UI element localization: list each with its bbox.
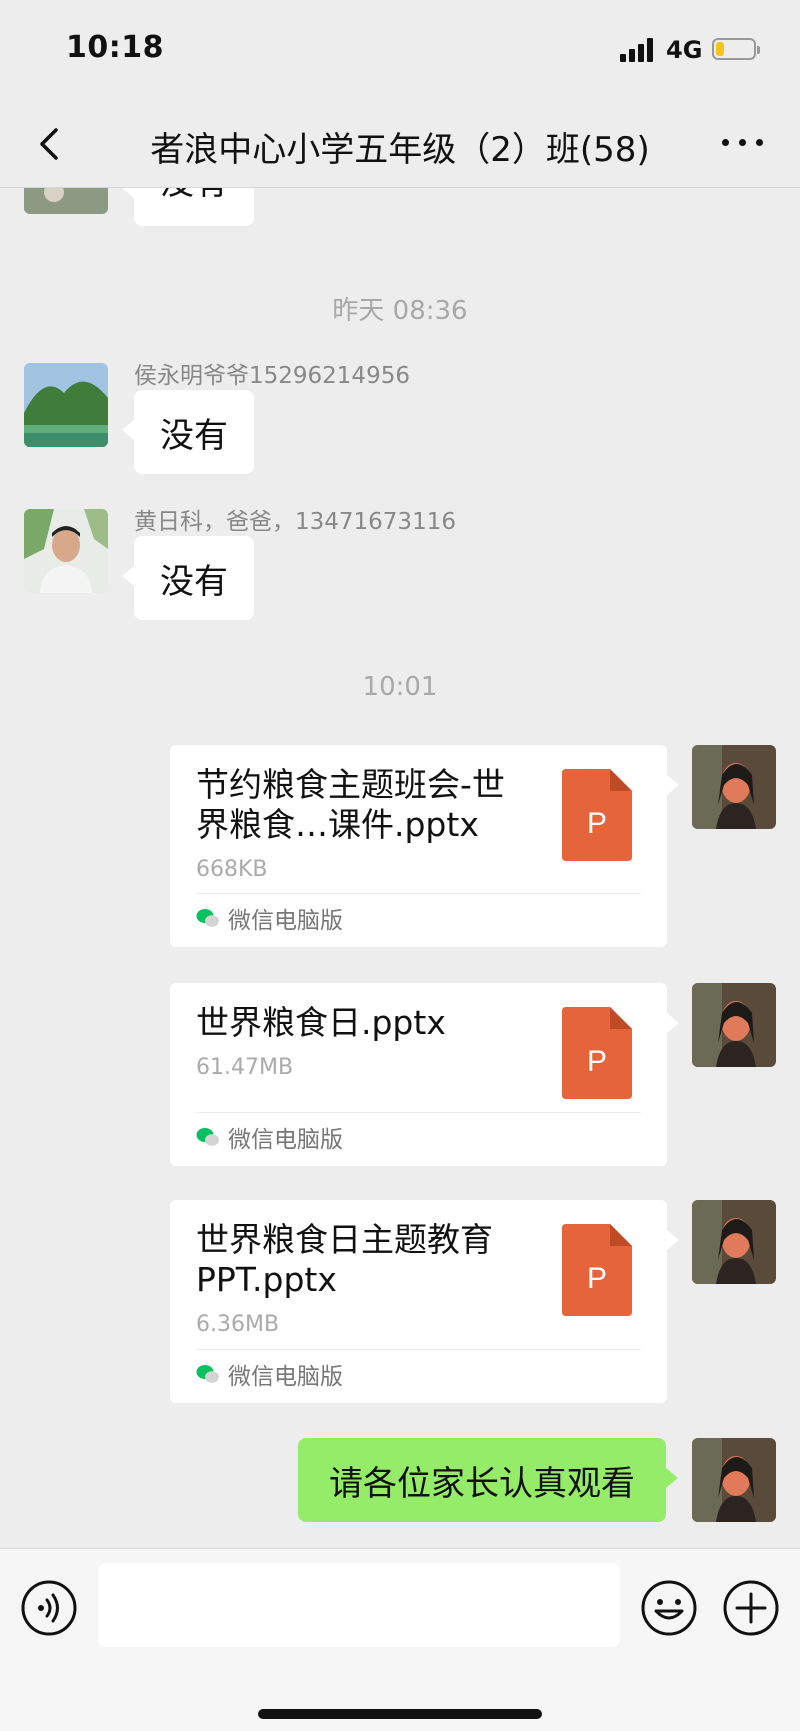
file-message[interactable]: 世界粮食日.pptx 61.47MB P 微信电脑版 <box>170 983 679 1166</box>
timestamp: 10:01 <box>362 672 438 702</box>
ppt-file-icon: P <box>562 1224 632 1316</box>
avatar[interactable] <box>692 1200 776 1284</box>
ppt-icon-letter: P <box>587 1045 607 1078</box>
chat-title: 者浪中心小学五年级（2）班(58) <box>150 130 650 170</box>
message-list[interactable]: 没有 昨天 08:36 侯永明爷爷15296214956 没有 黄日科，爸爸，1… <box>0 188 800 1548</box>
message-text: 请各位家长认真观看 <box>329 1463 635 1504</box>
chat-header: 者浪中心小学五年级（2）班(58) <box>0 100 800 188</box>
input-bar <box>0 1548 800 1731</box>
file-source-label: 微信电脑版 <box>228 1127 343 1153</box>
voice-icon[interactable] <box>20 1579 78 1637</box>
network-type: 4G <box>666 36 703 64</box>
avatar[interactable] <box>692 983 776 1067</box>
sender-name: 黄日科，爸爸，13471673116 <box>134 509 456 535</box>
wechat-icon <box>196 1365 219 1383</box>
file-size: 61.47MB <box>196 1055 294 1080</box>
battery-icon <box>712 38 760 60</box>
more-icon[interactable] <box>720 130 766 154</box>
message-text: 没有 <box>160 415 228 456</box>
file-message[interactable]: 节约粮食主题班会-世界粮食…课件.pptx 668KB P 微信电脑版 <box>170 745 679 947</box>
file-size: 668KB <box>196 857 268 882</box>
message-bubble[interactable]: 没有 <box>122 536 254 620</box>
ppt-icon-letter: P <box>587 1262 607 1295</box>
sender-name: 侯永明爷爷15296214956 <box>134 363 410 389</box>
file-source-label: 微信电脑版 <box>228 1364 343 1390</box>
avatar[interactable] <box>24 363 108 447</box>
ppt-file-icon: P <box>562 769 632 861</box>
file-source: 微信电脑版 <box>196 1357 343 1391</box>
file-name: 世界粮食日主题教育PPT.pptx <box>196 1220 493 1299</box>
divider <box>196 1112 641 1113</box>
avatar[interactable] <box>24 509 108 593</box>
emoji-icon[interactable] <box>640 1579 698 1637</box>
file-source-label: 微信电脑版 <box>228 908 343 934</box>
message-input[interactable] <box>98 1563 620 1647</box>
avatar[interactable] <box>24 188 108 214</box>
message-bubble[interactable]: 没有 <box>122 390 254 474</box>
plus-icon[interactable] <box>722 1579 780 1637</box>
file-name: 世界粮食日.pptx <box>196 1003 446 1042</box>
message-text: 没有 <box>160 561 228 602</box>
ppt-file-icon: P <box>562 1007 632 1099</box>
home-indicator[interactable] <box>258 1709 542 1719</box>
file-source: 微信电脑版 <box>196 901 343 935</box>
avatar[interactable] <box>692 1438 776 1522</box>
message-bubble[interactable]: 没有 <box>122 188 254 226</box>
wechat-icon <box>196 1128 219 1146</box>
message-text: 没有 <box>160 188 228 204</box>
file-message[interactable]: 世界粮食日主题教育PPT.pptx 6.36MB P 微信电脑版 <box>170 1200 679 1403</box>
status-time: 10:18 <box>66 30 164 65</box>
signal-icon <box>620 38 654 62</box>
chevron-left-icon[interactable] <box>32 124 72 164</box>
file-name: 节约粮食主题班会-世界粮食…课件.pptx <box>196 765 505 844</box>
timestamp: 昨天 08:36 <box>332 296 468 326</box>
message-bubble[interactable]: 请各位家长认真观看 <box>298 1438 678 1522</box>
divider <box>196 893 641 894</box>
status-bar: 10:18 4G <box>0 0 800 100</box>
file-source: 微信电脑版 <box>196 1120 343 1154</box>
ppt-icon-letter: P <box>587 807 607 840</box>
file-size: 6.36MB <box>196 1312 280 1337</box>
divider <box>196 1349 641 1350</box>
wechat-icon <box>196 909 219 927</box>
avatar[interactable] <box>692 745 776 829</box>
battery-level <box>716 42 724 56</box>
